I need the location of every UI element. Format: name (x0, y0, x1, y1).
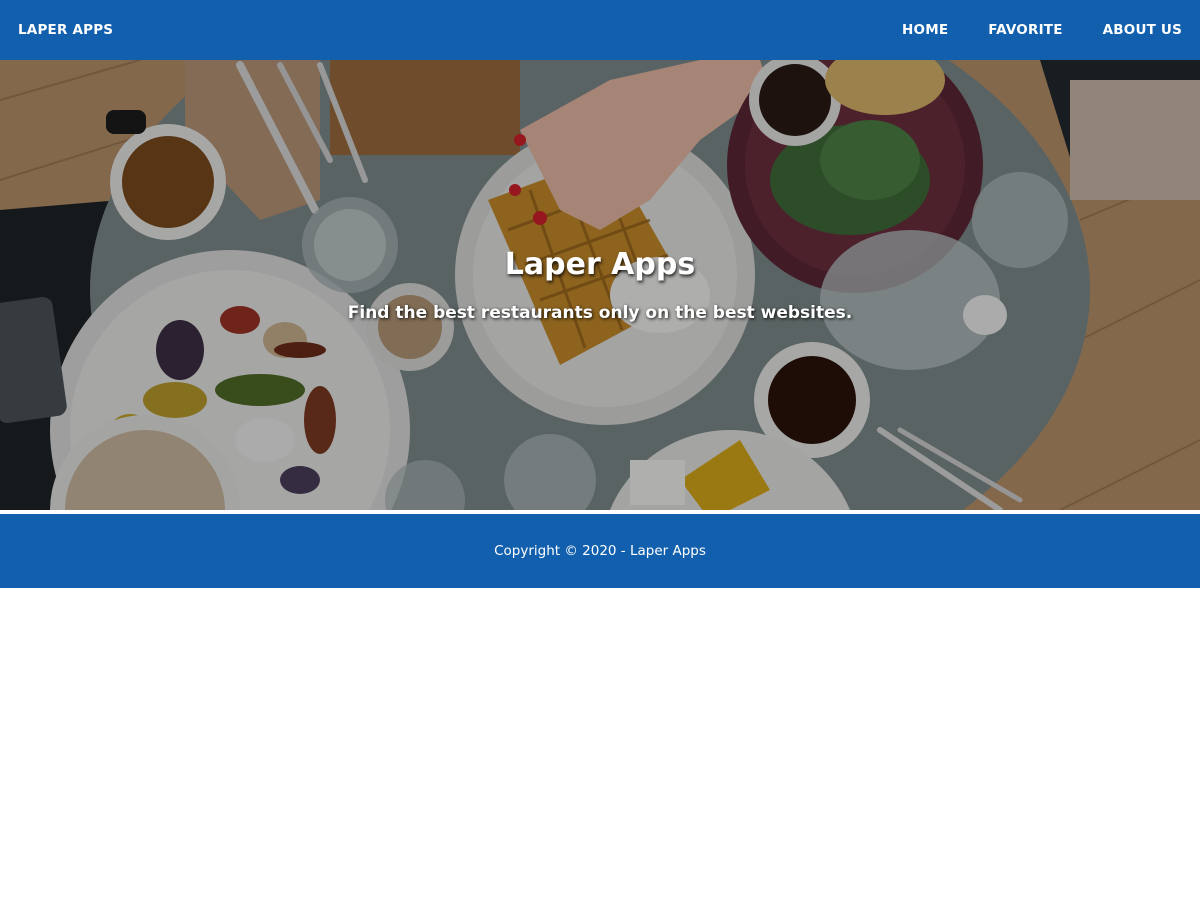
hero-dark-overlay (0, 60, 1200, 510)
top-navbar: LAPER APPS HOME FAVORITE ABOUT US (0, 0, 1200, 60)
hero-banner: Laper Apps Find the best restaurants onl… (0, 60, 1200, 510)
footer-copyright: Copyright © 2020 - Laper Apps (494, 543, 706, 559)
nav-links: HOME FAVORITE ABOUT US (862, 0, 1182, 60)
nav-link-about-us[interactable]: ABOUT US (1103, 22, 1182, 38)
nav-link-home[interactable]: HOME (902, 22, 948, 38)
hero-title: Laper Apps (504, 247, 696, 282)
hero-subtitle: Find the best restaurants only on the be… (347, 303, 853, 323)
page-footer: Copyright © 2020 - Laper Apps (0, 514, 1200, 588)
nav-link-favorite[interactable]: FAVORITE (988, 22, 1062, 38)
brand-link[interactable]: LAPER APPS (18, 0, 113, 60)
